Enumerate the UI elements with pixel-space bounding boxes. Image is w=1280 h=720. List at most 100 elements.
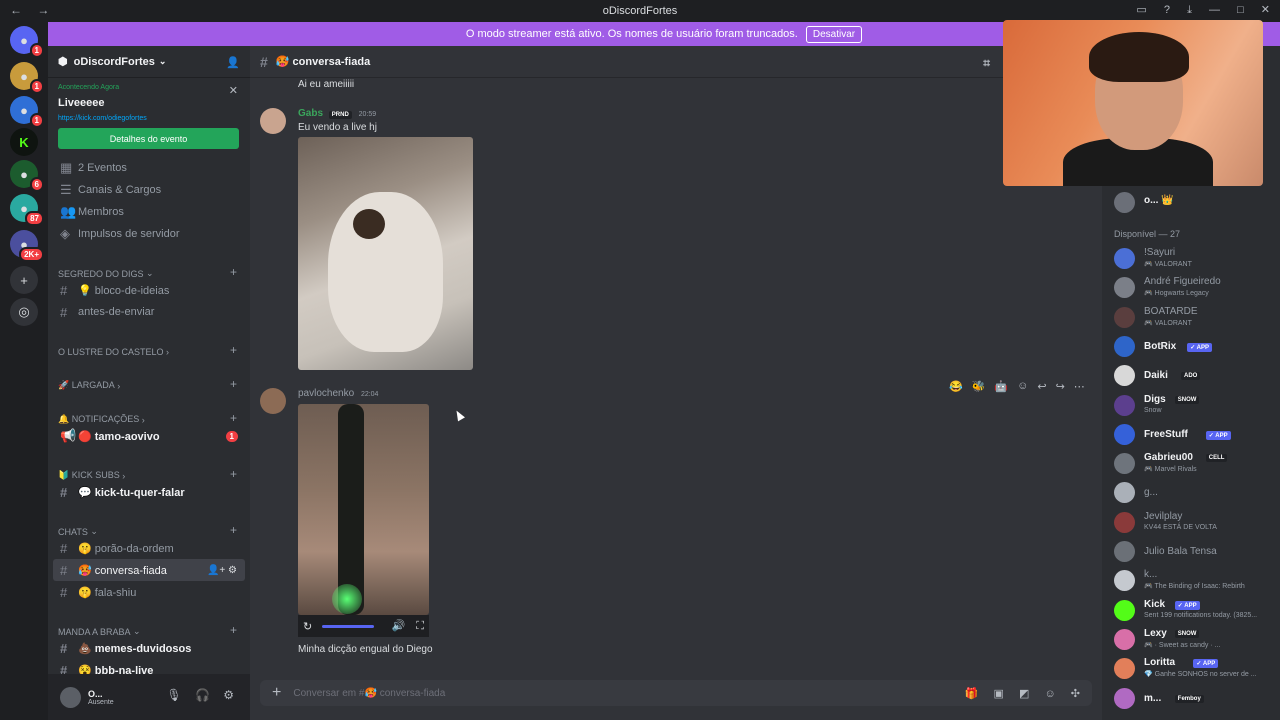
avatar[interactable] [260, 388, 286, 414]
user-panel: O... Ausente 🎙 🎧 ⚙ [48, 674, 250, 720]
channel-bbb-na-live[interactable]: # 😵 bbb-na-live [53, 659, 245, 675]
category-chats[interactable]: CHATS ⌄ + [53, 513, 245, 537]
channel-settings-icons[interactable]: 👤+ ⚙ [207, 565, 237, 576]
server-icon[interactable]: ● 1 [10, 96, 44, 128]
member-item[interactable]: o... 👑 [1114, 190, 1274, 218]
server-icon[interactable]: ● 2K+ [10, 230, 44, 262]
member-item[interactable]: k... 🎮 The Binding of Isaac: Rebirth [1114, 568, 1274, 596]
gift-icon[interactable]: 🎁 [965, 688, 979, 700]
nav-label: 2 Eventos [78, 162, 127, 174]
server-icon[interactable]: ● 87 [10, 194, 44, 226]
events-item[interactable]: ▦ 2 Eventos [53, 157, 245, 179]
microphone-icon[interactable]: 🎙 [166, 688, 181, 702]
category-segredo[interactable]: SEGREDO DO DIGS ⌄ + [53, 255, 245, 279]
author-name[interactable]: Gabs [298, 108, 323, 119]
add-channel-icon[interactable]: + [230, 377, 237, 391]
download-icon[interactable]: ⤓ [1187, 4, 1192, 16]
add-attachment-icon[interactable]: + [272, 684, 281, 702]
channel-kick-tu-quer-falar[interactable]: # 💬 kick-tu-quer-falar [53, 481, 245, 503]
avatar [1114, 335, 1135, 357]
help-icon[interactable]: ? [1164, 4, 1170, 16]
avatar [1114, 192, 1135, 213]
category-manda-a-braba[interactable]: MANDA A BRABA ⌄ + [53, 613, 245, 637]
sticker-icon[interactable]: ◩ [1019, 688, 1029, 700]
event-link[interactable]: https://kick.com/odiegofortes [58, 115, 240, 122]
guild-name: oDiscordFortes [73, 55, 155, 68]
add-channel-icon[interactable]: + [230, 523, 237, 537]
member-item[interactable]: Digs SNOW Snow [1114, 393, 1274, 421]
server-icon[interactable]: K [10, 128, 38, 156]
emoji-icon[interactable]: ☺ [1044, 688, 1055, 700]
close-window-icon[interactable]: ✕ [1261, 4, 1270, 16]
headphones-icon[interactable]: 🎧 [195, 688, 210, 702]
guild-header[interactable]: ⬢ oDiscordFortes ⌄ 👤 [48, 46, 250, 78]
minimize-icon[interactable]: — [1209, 4, 1220, 16]
image-attachment[interactable] [298, 137, 473, 370]
member-item[interactable]: Daiki ADO [1114, 363, 1274, 391]
boosts-item[interactable]: ◈ Impulsos de servidor [53, 223, 245, 245]
channel-memes-duvidosos[interactable]: # 💩 memes-duvidosos [53, 637, 245, 659]
more-icon[interactable]: ⋯ [1074, 380, 1085, 393]
channel-fala-shiu[interactable]: # 🤫 fala-shiu [53, 581, 245, 603]
member-item[interactable]: Kick ✓ APP Sent 199 notifications today. (… [1114, 598, 1274, 626]
member-item[interactable]: Jevilplay KV44 ESTÁ DE VOLTA [1114, 510, 1274, 538]
member-item[interactable]: Gabrieu00 CELL 🎮 Marvel Rivals [1114, 451, 1274, 479]
channel-antes-de-enviar[interactable]: # antes-de-enviar [53, 301, 245, 323]
video-progress[interactable] [322, 624, 375, 628]
server-icon[interactable]: ● 1 [10, 26, 44, 58]
server-icon[interactable]: ● 6 [10, 160, 44, 192]
channel-conversa-fiada[interactable]: # 🥵 conversa-fiada 👤+ ⚙ [53, 559, 245, 581]
fullscreen-icon[interactable]: ⛶ [416, 620, 424, 632]
replay-icon[interactable]: ↻ [303, 620, 312, 633]
category-kick-subs[interactable]: 🔰 KICK SUBS › + [53, 457, 245, 481]
add-channel-icon[interactable]: + [230, 265, 237, 279]
add-channel-icon[interactable]: + [230, 343, 237, 357]
member-item[interactable]: FreeStuff ✓ APP [1114, 422, 1274, 450]
member-item[interactable]: BOATARDE 🎮 VALORANT [1114, 305, 1274, 333]
disable-streamer-button[interactable]: Desativar [805, 25, 863, 43]
add-channel-icon[interactable]: + [230, 623, 237, 637]
member-item[interactable]: m... Femboy [1114, 686, 1274, 714]
composer-tools: 🎁 ▣ ◩ ☺ ✣ [953, 687, 1080, 700]
avatar[interactable] [60, 686, 81, 708]
add-channel-icon[interactable]: + [230, 467, 237, 481]
channel-bloco-de-ideias[interactable]: # 💡 bloco-de-ideias [53, 279, 245, 301]
member-item[interactable]: g... [1114, 480, 1274, 508]
author-name[interactable]: pavlochenko [298, 388, 354, 399]
add-channel-icon[interactable]: + [230, 411, 237, 425]
gif-icon[interactable]: ▣ [994, 688, 1004, 700]
server-icon[interactable]: ● 1 [10, 62, 44, 94]
threads-icon[interactable]: ⌗ [983, 56, 990, 71]
category-largada[interactable]: 🚀 LARGADA › + [53, 367, 245, 391]
category-lustre[interactable]: O LUSTRE DO CASTELO › + [53, 333, 245, 357]
channels-roles-item[interactable]: ☰ Canais & Cargos [53, 179, 245, 201]
video-attachment[interactable] [298, 404, 429, 615]
member-item[interactable]: Lexy SNOW 🎮 · Sweet as candy · ... [1114, 627, 1274, 655]
avatar[interactable] [260, 108, 286, 134]
maximize-icon[interactable]: □ [1237, 4, 1244, 16]
add-server-icon[interactable]: + [10, 266, 38, 294]
invite-icon[interactable]: 👤 [226, 56, 240, 69]
volume-icon[interactable]: 🔊 [392, 620, 406, 632]
close-icon[interactable]: ✕ [229, 84, 238, 97]
member-item[interactable]: André Figueiredo 🎮 Hogwarts Legacy [1114, 275, 1274, 303]
channel-porao-da-ordem[interactable]: # 🤫 porão-da-ordem [53, 537, 245, 559]
person-hair [1089, 32, 1189, 82]
channel-tamo-aovivo[interactable]: 📢 🔴 tamo-aovivo 1 [53, 425, 245, 447]
member-tag: CELL [1205, 454, 1228, 463]
member-activity: Snow [1144, 406, 1162, 414]
message-input[interactable]: + Conversar em #🥵 conversa-fiada 🎁 ▣ ◩ ☺… [260, 680, 1092, 706]
member-item[interactable]: BotRix ✓ APP [1114, 334, 1274, 362]
gear-icon[interactable]: ⚙ [223, 688, 234, 702]
member-item[interactable]: Loritta ✓ APP 💎 Ganhe SONHOS no server de … [1114, 656, 1274, 684]
member-item[interactable]: !Sayuri 🎮 VALORANT [1114, 246, 1274, 274]
event-details-button[interactable]: Detalhes do evento [58, 128, 239, 149]
members-item[interactable]: 👥 Membros [53, 201, 245, 223]
inbox-icon[interactable]: ▭ [1136, 4, 1146, 16]
member-item[interactable]: Julio Bala Tensa [1114, 539, 1274, 567]
user-info[interactable]: O... Ausente [88, 689, 114, 706]
discover-icon[interactable]: ◎ [10, 298, 38, 326]
apps-icon[interactable]: ✣ [1071, 688, 1080, 700]
member-tag: ADO [1181, 372, 1201, 381]
category-notificacoes[interactable]: 🔔 NOTIFICAÇÕES › + [53, 401, 245, 425]
